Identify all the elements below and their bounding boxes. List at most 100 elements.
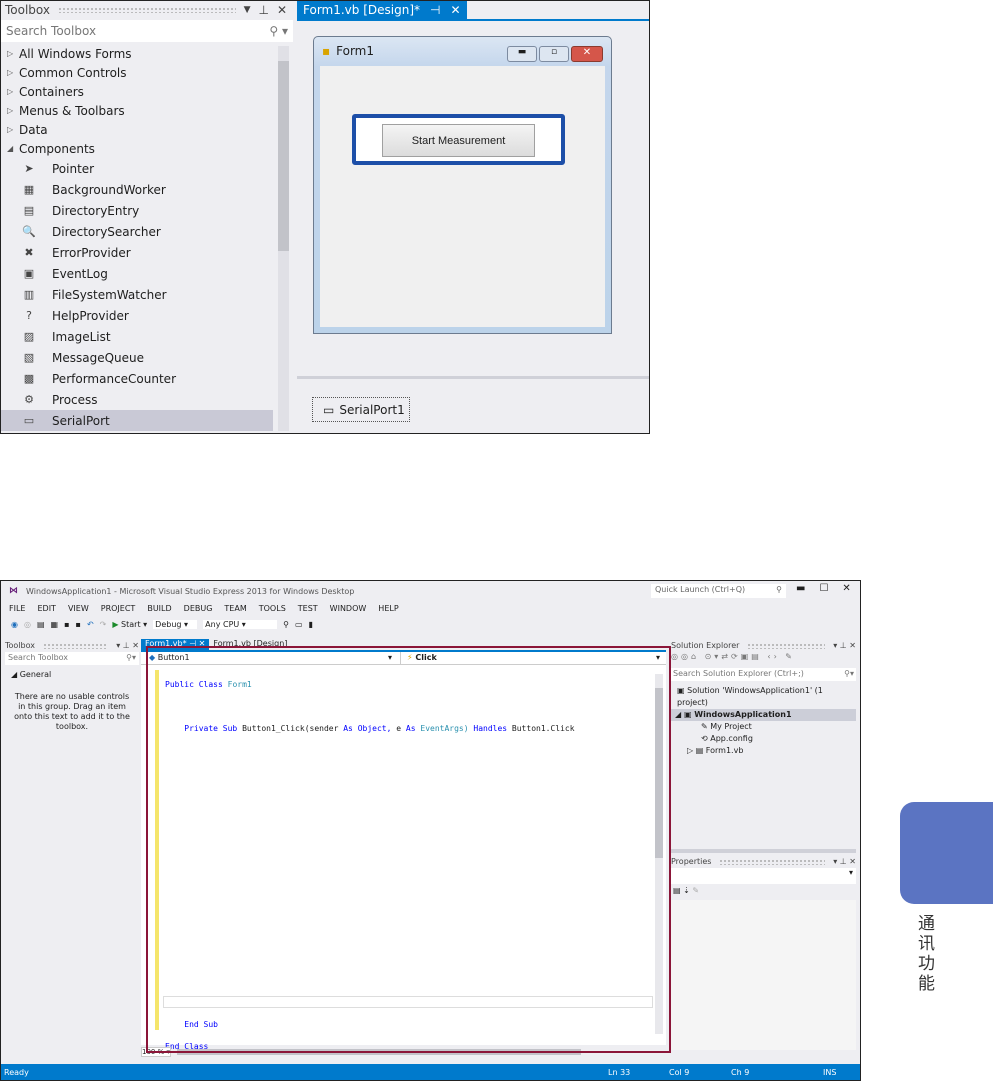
toolbox-item[interactable]: ▩ PerformanceCounter — [1, 368, 273, 389]
collapsed-arrow-icon: ▷ — [7, 106, 14, 115]
config-select[interactable]: Debug ▾ — [153, 620, 198, 629]
solution-search-input[interactable]: Search Solution Explorer (Ctrl+;) ⚲▾ — [671, 668, 856, 681]
redo-icon[interactable]: ↷ — [100, 620, 107, 629]
toolbox-title: Toolbox — [5, 641, 35, 650]
collapsed-arrow-icon: ▷ — [7, 125, 14, 134]
save-icon[interactable]: ▪ — [64, 620, 69, 629]
new-project-icon[interactable]: ▤ — [37, 620, 45, 629]
menu-file[interactable]: FILE — [9, 604, 25, 613]
toolbox-item[interactable]: ▤ DirectoryEntry — [1, 200, 273, 221]
tree-item-my-project[interactable]: ✎ My Project — [671, 721, 856, 733]
forward-icon[interactable]: ◎ — [24, 620, 31, 629]
toolbox-item[interactable]: ➤ Pointer — [1, 158, 273, 179]
minimize-button[interactable]: ▬ — [507, 46, 537, 62]
toolbox-group-general[interactable]: ◢ General — [5, 665, 139, 684]
chapter-side-tab — [900, 802, 993, 904]
toolbox-item[interactable]: ▧ MessageQueue — [1, 347, 273, 368]
close-button[interactable]: ✕ — [842, 583, 850, 594]
toolbox-search-input[interactable]: Search Toolbox ⚲▾ — [5, 652, 139, 665]
close-icon[interactable]: ▾ ⊥ ✕ — [116, 641, 139, 650]
solution-explorer-title: Solution Explorer — [671, 641, 740, 650]
close-icon[interactable]: ▾ ⊥ ✕ — [833, 857, 856, 866]
maximize-button[interactable]: ▫ — [539, 46, 569, 62]
tree-item-project[interactable]: ◢ ▣ WindowsApplication1 — [671, 709, 856, 721]
menu-project[interactable]: PROJECT — [101, 604, 136, 613]
toolbox-title: Toolbox — [5, 3, 50, 17]
toolbar: ◉ ◎ ▤ ▦ ▪ ▪ ↶ ↷ ▶ Start ▾ Debug ▾ Any CPU ▾ ⚲… — [1, 616, 860, 633]
toolbox-item[interactable]: ▦ BackgroundWorker — [1, 179, 273, 200]
toolbox-item[interactable]: ▣ EventLog — [1, 263, 273, 284]
panel-splitter[interactable] — [671, 849, 856, 853]
toolbox-item[interactable]: 🔍 DirectorySearcher — [1, 221, 273, 242]
menu-debug[interactable]: DEBUG — [184, 604, 213, 613]
code-editor-screenshot: ⋈ WindowsApplication1 - Microsoft Visual… — [0, 580, 861, 1081]
toolbox-designer-screenshot: Toolbox ▼ ⊥ ✕ Search Toolbox ⚲ ▾ ▷ All Window… — [0, 0, 650, 434]
find-icon[interactable]: ⚲ — [283, 620, 289, 629]
serialport1-component[interactable]: ▭ SerialPort1 — [312, 397, 410, 422]
dropdown-icon[interactable]: ▼ — [244, 5, 251, 15]
form-client-area: Start Measurement — [320, 66, 605, 327]
search-icon: ⚲ — [776, 585, 782, 594]
menu-help[interactable]: HELP — [378, 604, 398, 613]
component-icon: ⚙ — [24, 393, 34, 406]
properties-title: Properties — [671, 857, 712, 866]
component-icon: ▭ — [23, 414, 35, 427]
toolbox-group[interactable]: ▷ Common Controls — [1, 63, 293, 82]
collapsed-arrow-icon: ▷ — [7, 68, 14, 77]
menu-window[interactable]: WINDOW — [330, 604, 367, 613]
open-icon[interactable]: ▦ — [51, 620, 59, 629]
wrench-icon[interactable]: ✎ — [692, 886, 699, 895]
expanded-arrow-icon: ◢ — [7, 144, 14, 153]
toolbox-group[interactable]: ▷ Data — [1, 120, 293, 139]
save-all-icon[interactable]: ▪ — [76, 620, 81, 629]
platform-select[interactable]: Any CPU ▾ — [203, 620, 278, 629]
tree-item-form1[interactable]: ▷ ▤ Form1.vb — [671, 745, 856, 757]
scrollbar[interactable] — [278, 46, 289, 431]
close-button[interactable]: ✕ — [571, 46, 603, 62]
form1-window[interactable]: ▪ Form1 ▬ ▫ ✕ Start Measurement — [313, 36, 612, 334]
maximize-button[interactable]: ☐ — [819, 583, 828, 594]
close-icon[interactable]: ▾ ⊥ ✕ — [833, 641, 856, 650]
tree-item-app-config[interactable]: ⟲ App.config — [671, 733, 856, 745]
toolbox-item[interactable]: ▥ FileSystemWatcher — [1, 284, 273, 305]
toolbox-group[interactable]: ▷ All Windows Forms — [1, 44, 293, 63]
menu-test[interactable]: TEST — [298, 604, 318, 613]
toolbox-item[interactable]: ▨ ImageList — [1, 326, 273, 347]
undo-icon[interactable]: ↶ — [87, 620, 94, 629]
tray-divider — [297, 376, 649, 379]
start-button[interactable]: ▶ Start ▾ — [112, 620, 147, 629]
toolbox-item[interactable]: ⚙ Process — [1, 389, 273, 410]
tree-item-solution[interactable]: ▣ Solution 'WindowsApplication1' (1 proj… — [671, 685, 856, 709]
menu-build[interactable]: BUILD — [147, 604, 171, 613]
menu-team[interactable]: TEAM — [224, 604, 246, 613]
tab-form1-design[interactable]: Form1.vb [Design]* ⊣ ✕ — [297, 1, 467, 19]
start-measurement-button[interactable]: Start Measurement — [382, 124, 535, 157]
pin-icon[interactable]: ⊣ — [430, 3, 440, 17]
properties-object-select[interactable]: ▾ — [671, 868, 856, 884]
comment-icon[interactable]: ▭ — [295, 620, 303, 629]
toolbox-search-input[interactable]: Search Toolbox ⚲ ▾ — [1, 20, 293, 42]
toolbox-item[interactable]: ? HelpProvider — [1, 305, 273, 326]
status-ch: Ch 9 — [731, 1067, 750, 1077]
minimize-button[interactable]: ▬ — [796, 583, 805, 594]
solution-toolbar: ◎◎⌂ ⊙▾⇄⟳▣▤ ‹› ✎ — [671, 652, 796, 661]
toolbox-item[interactable]: ▭ SerialPort — [1, 410, 273, 431]
toolbox-group[interactable]: ▷ Menus & Toolbars — [1, 101, 293, 120]
status-line: Ln 33 — [608, 1067, 631, 1077]
back-icon[interactable]: ◉ — [11, 620, 18, 629]
solution-explorer: Solution Explorer ▾ ⊥ ✕ ◎◎⌂ ⊙▾⇄⟳▣▤ ‹› ✎ S… — [671, 639, 856, 849]
toolbox-group[interactable]: ◢ Components — [1, 139, 293, 158]
toolbox-item[interactable]: ✖ ErrorProvider — [1, 242, 273, 263]
menu-edit[interactable]: EDIT — [37, 604, 55, 613]
close-icon[interactable]: ✕ — [450, 3, 460, 17]
toolbox-group[interactable]: ▷ Containers — [1, 82, 293, 101]
close-icon[interactable]: ✕ — [277, 3, 287, 17]
quick-launch-input[interactable]: Quick Launch (Ctrl+Q) ⚲ — [651, 584, 786, 598]
categorized-icon[interactable]: ▤ — [673, 886, 681, 895]
chapter-label: 通讯功能 — [918, 914, 935, 994]
menu-tools[interactable]: TOOLS — [259, 604, 286, 613]
menu-view[interactable]: VIEW — [68, 604, 89, 613]
bookmark-icon[interactable]: ▮ — [309, 620, 313, 629]
pin-icon[interactable]: ⊥ — [258, 3, 268, 17]
alphabetical-icon[interactable]: ⇣ — [683, 886, 690, 895]
